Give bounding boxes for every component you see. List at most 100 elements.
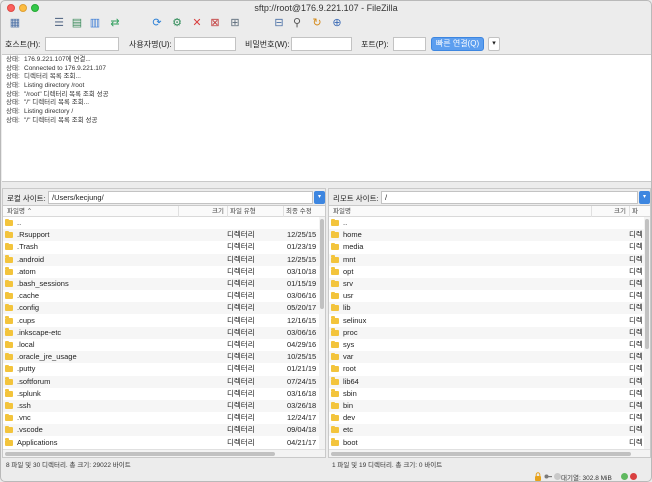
file-name: .local (17, 340, 35, 349)
port-input[interactable] (393, 37, 426, 51)
local-scroll-thumb[interactable] (320, 219, 324, 309)
file-row[interactable]: .vnc 디렉터리 12/24/17 (3, 412, 325, 424)
file-row[interactable]: .Trash 디렉터리 01/23/19 (3, 241, 325, 253)
file-name: .vnc (17, 413, 31, 423)
file-row[interactable]: .ssh 디렉터리 03/26/18 (3, 400, 325, 412)
host-input[interactable] (45, 37, 119, 51)
file-row[interactable]: usr 디렉 (329, 290, 650, 302)
file-modified: 03/16/18 (287, 388, 317, 398)
cancel-button[interactable]: ✕ (189, 15, 205, 31)
sync-browse-button[interactable]: ↻ (309, 15, 325, 31)
toggle-remote-tree-button[interactable]: ▥ (87, 15, 103, 31)
remote-vertical-scrollbar[interactable] (644, 217, 650, 450)
col-filetype[interactable]: 파일 유형 (227, 206, 282, 217)
file-row[interactable]: Applications 디렉터리 04/21/17 (3, 437, 325, 449)
file-row[interactable]: .cache 디렉터리 03/06/16 (3, 290, 325, 302)
local-path-input[interactable]: /Users/kecjung/ (48, 191, 313, 204)
file-row[interactable]: .local 디렉터리 04/29/16 (3, 339, 325, 351)
close-window-button[interactable] (7, 4, 15, 12)
file-row[interactable]: .android 디렉터리 12/25/15 (3, 253, 325, 266)
file-row[interactable]: home 디렉 (329, 229, 650, 242)
file-name: opt (343, 266, 354, 276)
file-row[interactable]: mnt 디렉 (329, 253, 650, 266)
file-name: .softforum (17, 376, 51, 386)
process-queue-button[interactable]: ⚙ (169, 15, 185, 31)
username-input[interactable] (174, 37, 236, 51)
transfer-queue-button[interactable]: ⇄ (107, 15, 123, 31)
file-row[interactable]: lib64 디렉 (329, 375, 650, 388)
filter-button[interactable]: ⚲ (289, 15, 305, 31)
file-row[interactable]: .atom 디렉터리 03/10/18 (3, 266, 325, 278)
file-row[interactable]: root 디렉 (329, 363, 650, 375)
log-status: 상태: (6, 73, 20, 81)
local-vertical-scrollbar[interactable] (319, 217, 325, 450)
file-name: proc (343, 327, 358, 337)
local-path-dropdown[interactable]: ▾ (314, 191, 325, 204)
remote-horizontal-scrollbar[interactable] (329, 449, 650, 457)
file-row[interactable]: sbin 디렉 (329, 388, 650, 400)
file-row[interactable]: .softforum 디렉터리 07/24/15 (3, 375, 325, 388)
folder-icon (331, 242, 339, 251)
col-size[interactable]: 크기 (178, 206, 226, 217)
folder-icon (5, 401, 13, 409)
remote-scroll-thumb[interactable] (645, 219, 649, 349)
col-filename[interactable]: 파일명 (331, 206, 351, 217)
file-row[interactable]: dev 디렉 (329, 412, 650, 424)
remote-path-dropdown[interactable]: ▾ (639, 191, 650, 204)
file-row[interactable]: .inkscape-etc 디렉터리 03/06/16 (3, 326, 325, 339)
file-row[interactable]: .oracle_jre_usage 디렉터리 10/25/15 (3, 351, 325, 364)
file-type: 디렉터리 (227, 401, 255, 410)
queue-indicator-icon (554, 473, 561, 480)
site-manager-icon: ▦ (9, 17, 21, 29)
local-hscroll-thumb[interactable] (5, 452, 275, 456)
file-row[interactable]: sys 디렉 (329, 339, 650, 351)
file-row[interactable]: etc 디렉 (329, 424, 650, 437)
quickconnect-button[interactable]: 빠른 연결(Q) (431, 37, 484, 51)
file-row[interactable]: bin 디렉 (329, 400, 650, 412)
col-size[interactable]: 크기 (591, 206, 628, 217)
search-button[interactable]: ⊕ (329, 15, 345, 31)
file-row[interactable]: srv 디렉 (329, 278, 650, 290)
file-row[interactable]: selinux 디렉 (329, 315, 650, 327)
col-filename[interactable]: 파일명 ⌃ (5, 206, 32, 217)
file-row[interactable]: opt 디렉 (329, 266, 650, 278)
reconnect-button[interactable]: ⊞ (227, 15, 243, 31)
file-name: sbin (343, 388, 357, 398)
site-manager-button[interactable]: ▦ (7, 15, 23, 31)
file-row[interactable]: var 디렉 (329, 351, 650, 364)
quickconnect-dropdown-button[interactable]: ▾ (488, 37, 500, 51)
toggle-log-button[interactable]: ☰ (51, 15, 67, 31)
file-type: 디렉 (629, 291, 643, 301)
file-type: 디렉 (629, 352, 643, 362)
file-row[interactable]: proc 디렉 (329, 326, 650, 339)
file-row[interactable]: .. (329, 217, 650, 229)
file-name: .ssh (17, 401, 31, 410)
local-horizontal-scrollbar[interactable] (3, 449, 325, 457)
toggle-local-tree-button[interactable]: ▤ (69, 15, 85, 31)
remote-path-input[interactable]: / (381, 191, 638, 204)
refresh-button[interactable]: ⟳ (149, 15, 165, 31)
file-row[interactable]: media 디렉 (329, 241, 650, 253)
remote-hscroll-thumb[interactable] (331, 452, 631, 456)
file-row[interactable]: .splunk 디렉터리 03/16/18 (3, 388, 325, 400)
folder-icon (331, 230, 339, 239)
remote-status-text: 1 파일 및 19 디렉터리. 총 크기: 0 바이트 (332, 462, 443, 469)
file-row[interactable]: .putty 디렉터리 01/21/19 (3, 363, 325, 375)
file-row[interactable]: .Rsupport 디렉터리 12/25/15 (3, 229, 325, 242)
col-modified[interactable]: 최종 수정 (283, 206, 321, 217)
file-row[interactable]: .bash_sessions 디렉터리 01/15/19 (3, 278, 325, 290)
file-row[interactable]: .config 디렉터리 05/20/17 (3, 302, 325, 315)
file-row[interactable]: .vscode 디렉터리 09/04/18 (3, 424, 325, 437)
disconnect-button[interactable]: ⊠ (207, 15, 223, 31)
minimize-window-button[interactable] (19, 4, 27, 12)
log-message: Connected to 176.9.221.107 (24, 64, 107, 72)
file-row[interactable]: .. (3, 217, 325, 229)
file-row[interactable]: .cups 디렉터리 12/16/15 (3, 315, 325, 327)
col-filetype[interactable]: 파 (629, 206, 644, 217)
zoom-window-button[interactable] (31, 4, 39, 12)
folder-icon (5, 438, 13, 446)
file-row[interactable]: lib 디렉 (329, 302, 650, 315)
file-row[interactable]: boot 디렉 (329, 437, 650, 449)
password-input[interactable] (291, 37, 352, 51)
directory-comparison-button[interactable]: ⊟ (271, 15, 287, 31)
